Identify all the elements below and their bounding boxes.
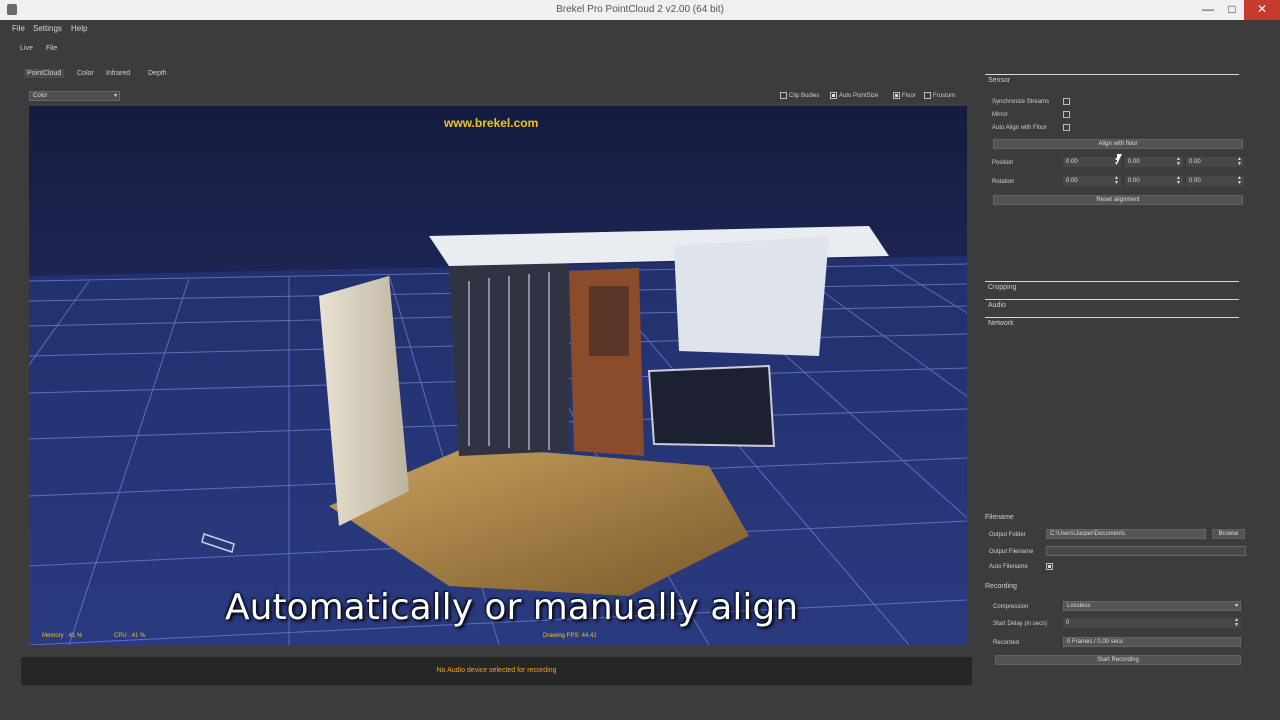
menu-settings[interactable]: Settings <box>33 24 62 33</box>
spin-arrows-icon[interactable]: ▲ ▼ <box>1237 157 1242 167</box>
start-recording-button[interactable]: Start Recording <box>995 655 1241 665</box>
position-x-field[interactable]: 0.00 ▲ ▼ <box>1063 157 1121 167</box>
auto-pointsize-checkbox[interactable] <box>830 92 837 99</box>
minimize-button[interactable]: — <box>1196 0 1220 20</box>
compression-select[interactable]: Lossless ▾ <box>1063 601 1241 611</box>
spin-arrows-icon[interactable]: ▲ ▼ <box>1234 618 1239 628</box>
title-bar: Brekel Pro PointCloud 2 v2.00 (64 bit) —… <box>0 0 1280 20</box>
rotation-label: Rotation <box>992 179 1015 185</box>
close-button[interactable]: ✕ <box>1244 0 1280 20</box>
reset-alignment-button[interactable]: Reset alignment <box>993 195 1243 205</box>
menu-file[interactable]: File <box>12 24 25 33</box>
toolbar-live[interactable]: Live <box>17 44 36 53</box>
cropping-section-header[interactable]: Cropping <box>988 284 1016 291</box>
frustum-label: Frustum <box>933 93 956 100</box>
position-label: Position <box>992 160 1014 166</box>
sensor-section-divider <box>985 74 1239 75</box>
audio-section-header[interactable]: Audio <box>988 302 1006 309</box>
window-title: Brekel Pro PointCloud 2 v2.00 (64 bit) <box>556 4 724 15</box>
auto-pointsize-option[interactable]: Auto PointSize <box>830 92 878 99</box>
audio-section-divider <box>985 299 1239 300</box>
compression-label: Compression <box>993 604 1029 610</box>
auto-pointsize-label: Auto PointSize <box>839 93 879 100</box>
sensor-section-header[interactable]: Sensor <box>988 77 1010 84</box>
clip-bodies-option[interactable]: Clip Bodies <box>780 92 819 99</box>
filename-section-header: Filename <box>985 514 1014 521</box>
output-filename-label: Output Filename <box>989 549 1034 555</box>
status-bar: No Audio device selected for recording <box>21 657 972 685</box>
recorded-value: 0 Frames / 0.00 secs <box>1063 637 1241 647</box>
auto-align-label: Auto Align with Floor <box>992 125 1047 131</box>
synchronize-streams-checkbox[interactable] <box>1063 98 1070 105</box>
network-section-divider <box>985 317 1239 318</box>
display-mode-dropdown[interactable]: Color ▾ <box>29 91 120 101</box>
recording-section-header: Recording <box>985 583 1017 590</box>
floor-checkbox[interactable] <box>893 92 900 99</box>
output-folder-label: Output Folder <box>989 532 1026 538</box>
video-subtitle: Automatically or manually align <box>225 587 799 628</box>
rotation-x-field[interactable]: 0.00 ▲ ▼ <box>1063 176 1121 186</box>
tab-infrared[interactable]: Infrared <box>103 69 133 78</box>
spin-arrows-icon[interactable]: ▲ ▼ <box>1176 176 1181 186</box>
synchronize-streams-label: Synchronize Streams <box>992 99 1050 105</box>
memory-stat: Memory : 41 % <box>42 633 83 639</box>
tab-depth[interactable]: Depth <box>145 69 170 78</box>
toolbar-file[interactable]: File <box>43 44 60 53</box>
auto-filename-checkbox[interactable] <box>1046 563 1053 570</box>
mirror-label: Mirror <box>992 112 1008 118</box>
maximize-button[interactable]: □ <box>1220 0 1244 20</box>
rotation-y-field[interactable]: 0.00 ▲ ▼ <box>1125 176 1183 186</box>
position-y-field[interactable]: 0.00 ▲ ▼ <box>1125 157 1183 167</box>
recorded-label: Recorded <box>993 640 1020 646</box>
clip-bodies-label: Clip Bodies <box>789 93 820 100</box>
display-mode-value: Color <box>33 93 48 99</box>
start-delay-field[interactable]: 0 ▲ ▼ <box>1063 618 1241 628</box>
right-wall <box>674 236 829 356</box>
fps-stat: Drawing FPS: 44.41 <box>543 633 597 639</box>
spin-arrows-icon[interactable]: ▲ ▼ <box>1237 176 1242 186</box>
mouse-cursor-icon <box>1117 154 1127 164</box>
floor-label: Floor <box>902 93 916 100</box>
menu-help[interactable]: Help <box>71 24 87 33</box>
monitor <box>647 364 776 448</box>
rotation-z-field[interactable]: 0.00 ▲ ▼ <box>1186 176 1244 186</box>
frustum-checkbox[interactable] <box>924 92 931 99</box>
cropping-section-divider <box>985 281 1239 282</box>
browse-button[interactable]: Browse <box>1212 529 1245 539</box>
viewport-scene <box>29 106 967 645</box>
cpu-stat: CPU : 41 % <box>114 633 146 639</box>
auto-align-checkbox[interactable] <box>1063 124 1070 131</box>
menu-bar: File Settings Help <box>0 20 1280 37</box>
spin-arrows-icon[interactable]: ▲ ▼ <box>1176 157 1181 167</box>
chevron-down-icon: ▾ <box>1234 603 1238 609</box>
frustum-option[interactable]: Frustum <box>924 92 955 99</box>
output-filename-field[interactable] <box>1046 546 1246 556</box>
pointcloud-viewport[interactable]: www.brekel.com Automatically or manually… <box>29 106 967 645</box>
mirror-checkbox[interactable] <box>1063 111 1070 118</box>
network-section-header[interactable]: Network <box>988 320 1014 327</box>
tab-pointcloud[interactable]: PointCloud <box>24 69 65 78</box>
auto-filename-label: Auto Filename <box>989 564 1028 570</box>
position-z-field[interactable]: 0.00 ▲ ▼ <box>1186 157 1244 167</box>
output-folder-field[interactable]: C:\Users\Jasper\Documents <box>1046 529 1206 539</box>
spin-arrows-icon[interactable]: ▲ ▼ <box>1114 176 1119 186</box>
floor-option[interactable]: Floor <box>893 92 916 99</box>
start-delay-label: Start Delay (in secs) <box>993 621 1048 627</box>
chevron-down-icon: ▾ <box>113 93 117 99</box>
tab-color[interactable]: Color <box>74 69 97 78</box>
align-with-floor-button[interactable]: Align with floor <box>993 139 1243 149</box>
clip-bodies-checkbox[interactable] <box>780 92 787 99</box>
watermark: www.brekel.com <box>444 116 539 130</box>
